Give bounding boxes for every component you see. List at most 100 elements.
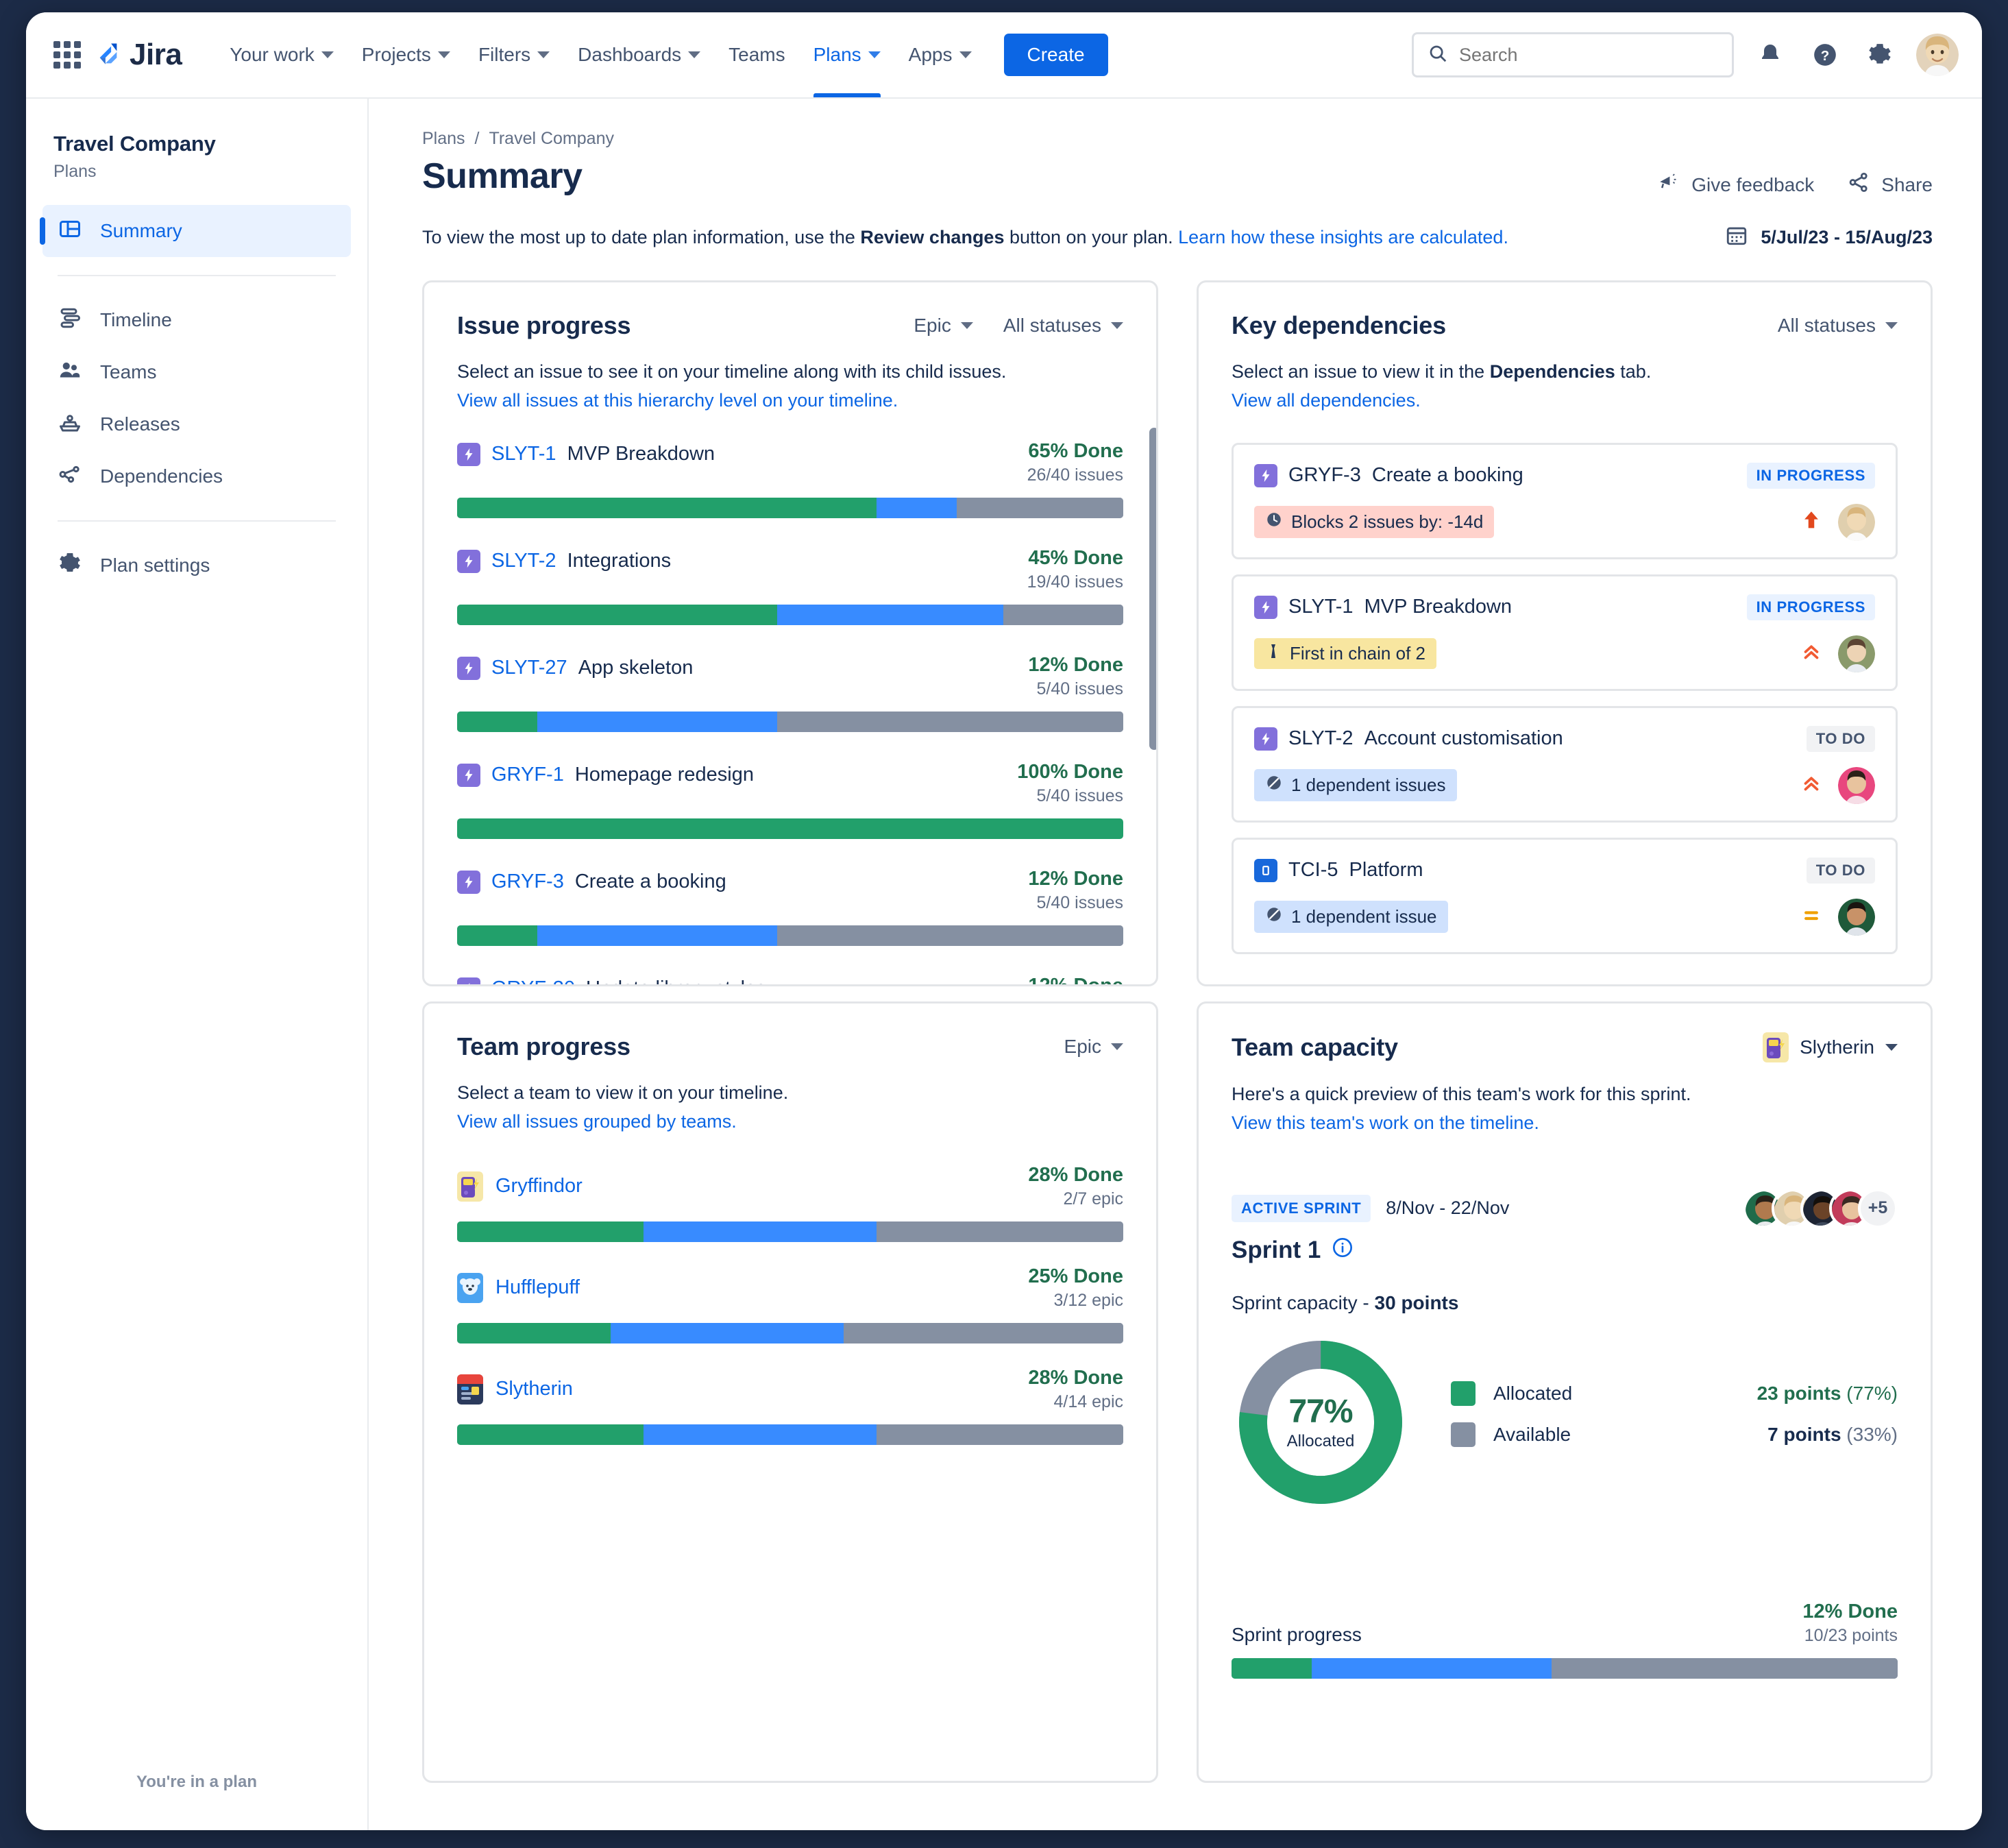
give-feedback-button[interactable]: Give feedback — [1657, 171, 1814, 199]
issue-progress-row[interactable]: SLYT-2Integrations45% Done19/40 issues — [457, 547, 1123, 625]
jira-logo[interactable]: Jira — [93, 38, 182, 72]
issue-progress-row[interactable]: GRYF-3Create a booking12% Done5/40 issue… — [457, 868, 1123, 946]
issue-name: Integrations — [567, 550, 672, 572]
sprint-capacity-label: Sprint capacity - 30 points — [1199, 1265, 1931, 1314]
assignee-avatar[interactable] — [1838, 767, 1875, 804]
issue-key[interactable]: GRYF-30 — [491, 977, 575, 986]
nav-item-your-work[interactable]: Your work — [217, 12, 345, 97]
dependency-item[interactable]: SLYT-1MVP BreakdownIN PROGRESSFirst in c… — [1232, 574, 1898, 691]
dependency-item[interactable]: SLYT-2Account customisationTO DO1 depend… — [1232, 706, 1898, 823]
issue-percent-done: 12% Done — [1028, 654, 1123, 677]
issue-progress-bar — [457, 605, 1123, 625]
team-progress-row[interactable]: Slytherin28% Done4/14 epic — [457, 1367, 1123, 1445]
sidebar-item-plan-settings[interactable]: Plan settings — [42, 539, 351, 592]
active-sprint-badge: ACTIVE SPRINT — [1232, 1195, 1371, 1222]
key-dependencies-link[interactable]: View all dependencies. — [1232, 387, 1898, 415]
issue-progress-row[interactable]: SLYT-27App skeleton12% Done5/40 issues — [457, 654, 1123, 732]
issue-progress-link[interactable]: View all issues at this hierarchy level … — [457, 387, 1123, 415]
dependency-item[interactable]: GRYF-3Create a bookingIN PROGRESSBlocks … — [1232, 443, 1898, 559]
issue-count: 5/40 issues — [1017, 786, 1123, 806]
team-progress-row[interactable]: Gryffindor28% Done2/7 epic — [457, 1164, 1123, 1242]
avatar-overflow-count: +5 — [1858, 1189, 1898, 1228]
profile-avatar[interactable] — [1916, 34, 1959, 76]
sprint-progress-bar — [1232, 1658, 1898, 1679]
sidebar-item-teams[interactable]: Teams — [42, 346, 351, 398]
sidebar-item-dependencies[interactable]: Dependencies — [42, 450, 351, 502]
issue-progress-row[interactable]: SLYT-1MVP Breakdown65% Done26/40 issues — [457, 440, 1123, 518]
team-progress-title: Team progress — [457, 1032, 630, 1061]
sidebar-item-summary[interactable]: Summary — [42, 205, 351, 257]
issue-key[interactable]: GRYF-3 — [491, 871, 564, 893]
issue-progress-bar — [457, 712, 1123, 732]
breadcrumb-travel-company[interactable]: Travel Company — [489, 129, 614, 149]
search-box[interactable] — [1412, 32, 1734, 77]
jira-app-window: Jira Your work Projects Filters Dashboar… — [26, 12, 1982, 1830]
key-dependencies-status-filter[interactable]: All statuses — [1778, 315, 1898, 337]
teams-icon — [58, 358, 82, 387]
page-title: Summary — [422, 156, 583, 197]
nav-item-plans[interactable]: Plans — [801, 12, 893, 97]
team-capacity-team-selector[interactable]: Slytherin — [1763, 1032, 1898, 1062]
team-progress-link[interactable]: View all issues grouped by teams. — [457, 1108, 1123, 1136]
issue-key[interactable]: SLYT-1 — [491, 443, 556, 465]
breadcrumb-plans[interactable]: Plans — [422, 129, 465, 149]
insights-help-link[interactable]: Learn how these insights are calculated. — [1178, 227, 1508, 247]
create-button[interactable]: Create — [1004, 34, 1108, 76]
info-icon[interactable] — [1332, 1237, 1354, 1265]
issue-progress-status-filter[interactable]: All statuses — [1003, 315, 1123, 337]
sprint-member-avatars[interactable]: +5 — [1754, 1189, 1898, 1228]
issue-list-scrollbar[interactable] — [1149, 428, 1158, 750]
share-button[interactable]: Share — [1847, 171, 1933, 199]
team-name[interactable]: Slytherin — [495, 1378, 573, 1400]
issue-progress-row[interactable]: GRYF-30Update library styles12% Done — [457, 975, 1123, 986]
assignee-avatar[interactable] — [1838, 504, 1875, 541]
epic-icon — [1254, 596, 1277, 619]
nav-right-group: ? — [1412, 32, 1959, 77]
bar-segment-done — [457, 1221, 644, 1242]
notifications-icon[interactable] — [1752, 36, 1789, 73]
team-progress-bar — [457, 1323, 1123, 1344]
capacity-legend-row: Available7 points (33%) — [1451, 1422, 1898, 1447]
legend-value: 7 points (33%) — [1767, 1424, 1898, 1446]
legend-swatch — [1451, 1422, 1476, 1447]
issue-progress-level-filter[interactable]: Epic — [914, 315, 972, 337]
key-dependencies-title: Key dependencies — [1232, 311, 1446, 340]
nav-item-dashboards[interactable]: Dashboards — [565, 12, 713, 97]
sprint-dates: 8/Nov - 22/Nov — [1386, 1197, 1509, 1219]
search-input[interactable] — [1459, 45, 1718, 66]
settings-gear-icon[interactable] — [1861, 36, 1898, 73]
issue-progress-row[interactable]: GRYF-1Homepage redesign100% Done5/40 iss… — [457, 761, 1123, 839]
team-name[interactable]: Hufflepuff — [495, 1276, 580, 1299]
issue-progress-description: Select an issue to see it on your timeli… — [457, 361, 1006, 382]
dependency-item[interactable]: TCI-5PlatformTO DO1 dependent issue — [1232, 838, 1898, 954]
nav-item-teams[interactable]: Teams — [716, 12, 797, 97]
sidebar-item-timeline[interactable]: Timeline — [42, 294, 351, 346]
nav-item-apps[interactable]: Apps — [896, 12, 984, 97]
help-icon[interactable]: ? — [1807, 36, 1844, 73]
nav-item-filters[interactable]: Filters — [466, 12, 562, 97]
sidebar-nav-group-settings: Plan settings — [26, 539, 367, 592]
assignee-avatar[interactable] — [1838, 635, 1875, 672]
app-switcher-icon[interactable] — [53, 41, 81, 69]
key-dependencies-list: GRYF-3Create a bookingIN PROGRESSBlocks … — [1199, 415, 1931, 954]
megaphone-icon — [1657, 171, 1680, 199]
team-name[interactable]: Gryffindor — [495, 1175, 583, 1197]
issue-key[interactable]: GRYF-1 — [491, 764, 564, 786]
issue-key[interactable]: SLYT-27 — [491, 657, 567, 679]
issue-key[interactable]: SLYT-2 — [491, 550, 556, 572]
sidebar-item-label: Releases — [100, 413, 180, 435]
sidebar-item-releases[interactable]: Releases — [42, 398, 351, 450]
assignee-avatar[interactable] — [1838, 899, 1875, 936]
team-progress-row[interactable]: Hufflepuff25% Done3/12 epic — [457, 1265, 1123, 1344]
dependency-tag: 1 dependent issue — [1254, 901, 1448, 933]
date-range-selector[interactable]: 5/Jul/23 - 15/Aug/23 — [1725, 223, 1933, 252]
sprint-progress-count: 10/23 points — [1802, 1626, 1898, 1646]
team-capacity-link[interactable]: View this team's work on the timeline. — [1232, 1109, 1898, 1138]
dependency-tag: First in chain of 2 — [1254, 638, 1436, 669]
issue-progress-bar — [457, 925, 1123, 946]
status-badge: IN PROGRESS — [1747, 463, 1875, 489]
sidebar-nav-group-primary: Summary — [26, 205, 367, 257]
epic-icon — [457, 871, 480, 894]
team-progress-level-filter[interactable]: Epic — [1064, 1036, 1123, 1058]
nav-item-projects[interactable]: Projects — [350, 12, 463, 97]
